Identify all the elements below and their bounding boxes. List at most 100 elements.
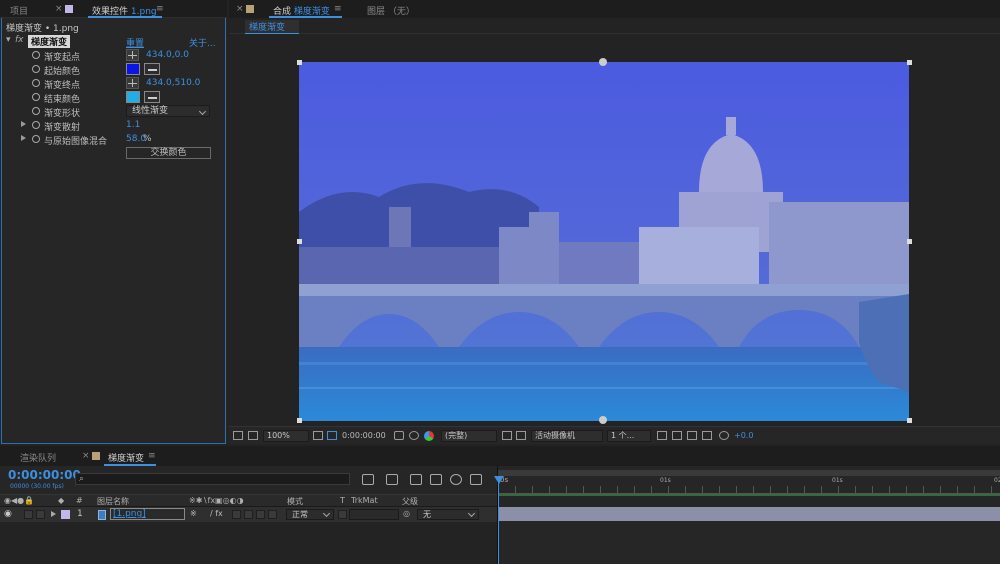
current-timecode[interactable]: 0:00:00:00 xyxy=(8,468,81,482)
lock-toggle[interactable] xyxy=(36,510,45,519)
preserve-transparency-toggle[interactable] xyxy=(338,510,347,519)
prop-gradient-end: 渐变终点 434.0,510.0 xyxy=(2,76,227,91)
blend-mode-dropdown[interactable]: 正常 xyxy=(286,509,334,520)
resolution-dropdown[interactable]: (完整) xyxy=(441,430,497,442)
tab-project[interactable]: 项目 xyxy=(10,4,28,17)
audio-toggle[interactable] xyxy=(24,510,33,519)
switch-box[interactable] xyxy=(232,510,241,519)
gradient-shape-dropdown[interactable]: 线性渐变 xyxy=(126,105,210,117)
transparency-grid-icon[interactable] xyxy=(516,431,526,440)
layer-row[interactable]: ◉ 1 [1.png] ※ / fx 正常 ◎ 无 xyxy=(0,507,497,522)
stopwatch-icon[interactable] xyxy=(32,51,40,59)
switch-box[interactable] xyxy=(268,510,277,519)
layer-search-input[interactable]: ⌕ xyxy=(75,473,350,485)
twirl-closed-icon[interactable] xyxy=(21,135,26,141)
crosshair-icon[interactable] xyxy=(126,49,139,61)
graph-editor-icon[interactable] xyxy=(470,474,482,485)
frame-blending-icon[interactable] xyxy=(430,474,442,485)
stopwatch-icon[interactable] xyxy=(32,135,40,143)
comp-panel-tabs: × 合成 梯度渐变 ≡ 图层 （无） xyxy=(229,0,1000,18)
transform-handle[interactable] xyxy=(907,60,912,65)
mask-visibility-icon[interactable] xyxy=(327,431,337,440)
gradient-end-value[interactable]: 434.0,510.0 xyxy=(146,78,200,88)
zoom-dropdown[interactable]: 100% xyxy=(263,430,309,442)
always-preview-icon[interactable] xyxy=(233,431,243,440)
timeline-icon[interactable] xyxy=(687,431,697,440)
tab-layer[interactable]: 图层 （无） xyxy=(367,4,415,17)
current-time-indicator[interactable] xyxy=(498,480,499,564)
transform-handle[interactable] xyxy=(297,239,302,244)
transform-handle[interactable] xyxy=(907,239,912,244)
color-channels-icon[interactable] xyxy=(424,431,434,441)
parent-dropdown[interactable]: 无 xyxy=(417,509,479,520)
comp-flowchart-icon[interactable] xyxy=(362,474,374,485)
show-snapshot-icon[interactable] xyxy=(409,431,419,440)
layer-label-color[interactable] xyxy=(61,510,70,519)
scatter-value[interactable]: 1.1 xyxy=(126,120,140,130)
exposure-icon[interactable] xyxy=(719,431,729,440)
close-icon[interactable]: × xyxy=(236,4,244,14)
transform-handle[interactable] xyxy=(907,418,912,423)
swap-colors-button[interactable]: 交换颜色 xyxy=(126,147,211,159)
layer-name-field[interactable]: [1.png] xyxy=(110,508,185,520)
switch-box[interactable] xyxy=(256,510,265,519)
effect-name[interactable]: 梯度渐变 xyxy=(28,35,71,48)
eyedropper-icon[interactable] xyxy=(144,91,160,103)
camera-dropdown[interactable]: 活动摄像机 xyxy=(531,430,603,442)
viewer-timecode[interactable]: 0:00:00:00 xyxy=(342,431,386,440)
timeline-graph-area[interactable]: 0s 01s 01s 02 xyxy=(494,466,1000,564)
trkmat-dropdown[interactable] xyxy=(349,509,399,520)
gradient-start-point-handle[interactable] xyxy=(599,58,607,66)
crosshair-icon[interactable] xyxy=(126,77,139,89)
end-color-swatch[interactable] xyxy=(126,91,140,103)
stopwatch-icon[interactable] xyxy=(32,65,40,73)
exposure-value[interactable]: +0.0 xyxy=(734,431,753,440)
work-area-bar[interactable] xyxy=(498,470,1000,476)
shy-switch-icon[interactable]: ※ xyxy=(190,509,197,518)
monitor-icon[interactable] xyxy=(248,431,258,440)
stopwatch-icon[interactable] xyxy=(32,121,40,129)
tab-timeline-comp[interactable]: 梯度渐变 xyxy=(108,451,144,464)
close-icon[interactable]: × xyxy=(82,451,90,461)
stopwatch-icon[interactable] xyxy=(32,107,40,115)
layer-twirl-icon[interactable] xyxy=(51,511,56,517)
start-color-swatch[interactable] xyxy=(126,63,140,75)
column-layer-name[interactable]: 图层名称 xyxy=(97,496,129,507)
snapshot-camera-icon[interactable] xyxy=(394,431,404,440)
transform-handle[interactable] xyxy=(297,60,302,65)
composition-image[interactable] xyxy=(299,62,909,421)
comp-breadcrumb[interactable]: 梯度渐变 xyxy=(245,20,300,34)
viewer-area[interactable] xyxy=(229,34,1000,426)
region-of-interest-icon[interactable] xyxy=(502,431,512,440)
switch-box[interactable] xyxy=(244,510,253,519)
close-icon[interactable]: × xyxy=(55,4,63,14)
draft-3d-icon[interactable] xyxy=(386,474,398,485)
flowchart-icon[interactable] xyxy=(702,431,712,440)
gradient-start-value[interactable]: 434.0,0.0 xyxy=(146,50,189,60)
fast-preview-icon[interactable] xyxy=(672,431,682,440)
tab-render-queue[interactable]: 渲染队列 xyxy=(20,451,56,464)
time-ruler[interactable] xyxy=(498,486,1000,494)
motion-blur-icon[interactable] xyxy=(450,474,462,485)
pixel-aspect-icon[interactable] xyxy=(657,431,667,440)
transform-handle[interactable] xyxy=(297,418,302,423)
gradient-end-point-handle[interactable] xyxy=(599,416,607,424)
layer-list-empty-area[interactable] xyxy=(0,522,497,564)
eyedropper-icon[interactable] xyxy=(144,63,160,75)
panel-menu-icon[interactable]: ≡ xyxy=(156,4,164,14)
visibility-eye-icon[interactable]: ◉ xyxy=(4,509,12,519)
views-dropdown[interactable]: 1 个... xyxy=(607,430,651,442)
panel-menu-icon[interactable]: ≡ xyxy=(334,4,342,14)
playhead-icon[interactable] xyxy=(494,476,504,484)
twirl-open-icon[interactable]: ▾ xyxy=(6,35,11,45)
stopwatch-icon[interactable] xyxy=(32,93,40,101)
parent-pickwhip-icon[interactable]: ◎ xyxy=(403,509,410,518)
shy-layers-icon[interactable] xyxy=(410,474,422,485)
panel-menu-icon[interactable]: ≡ xyxy=(148,451,156,461)
layer-duration-bar[interactable] xyxy=(498,507,1000,521)
fx-switch-icon[interactable]: / fx xyxy=(210,509,223,518)
stopwatch-icon[interactable] xyxy=(32,79,40,87)
fx-icon[interactable]: fx xyxy=(15,35,24,45)
safe-margins-icon[interactable] xyxy=(313,431,323,440)
twirl-closed-icon[interactable] xyxy=(21,121,26,127)
